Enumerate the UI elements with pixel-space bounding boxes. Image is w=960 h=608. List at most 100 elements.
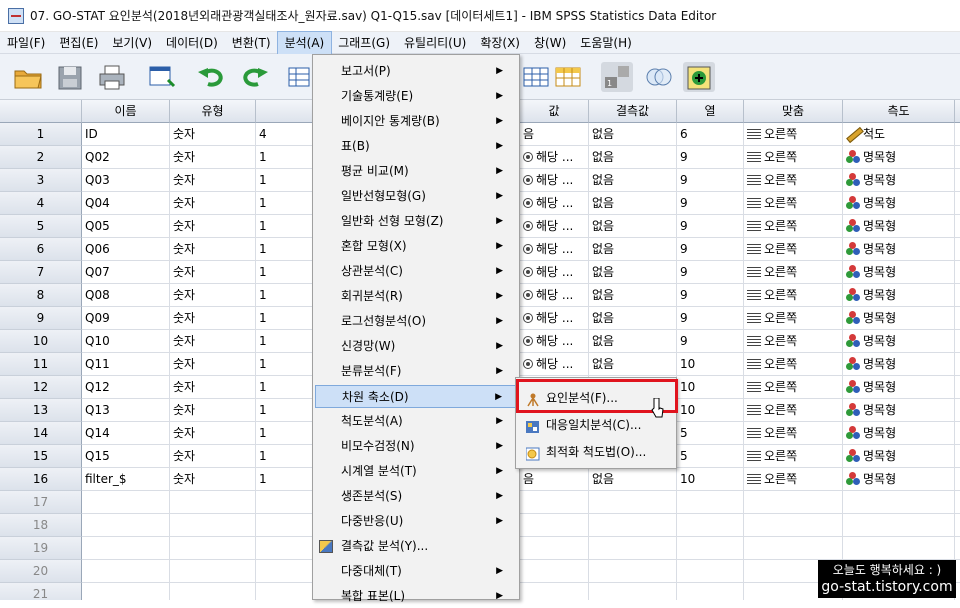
cell-value[interactable]: 해당 ... [520, 307, 589, 330]
row-header[interactable]: 2 [0, 146, 82, 169]
menu-4[interactable]: 데이터(D) [159, 32, 225, 54]
cell-name[interactable]: Q09 [82, 307, 170, 330]
row-header[interactable]: 20 [0, 560, 82, 583]
cell-measure[interactable]: 명목형 [843, 445, 955, 468]
cell-value[interactable] [520, 514, 589, 537]
cell-value[interactable]: 음 [520, 123, 589, 146]
cell-name[interactable] [82, 583, 170, 600]
cell-col[interactable]: 9 [677, 238, 744, 261]
cell-missing[interactable]: 없음 [589, 468, 677, 491]
open-folder-icon[interactable] [12, 62, 44, 92]
cell-value[interactable]: 해당 ... [520, 169, 589, 192]
column-header-5[interactable]: 결측값 [589, 100, 677, 123]
cell-name[interactable]: Q14 [82, 422, 170, 445]
cell-align[interactable]: 오른쪽 [744, 445, 843, 468]
cell-name[interactable]: Q10 [82, 330, 170, 353]
cell-type[interactable] [170, 583, 256, 600]
select-cases-icon[interactable] [553, 62, 585, 92]
cell-align[interactable] [744, 537, 843, 560]
show-all-variables-icon[interactable] [683, 62, 715, 92]
row-header[interactable]: 8 [0, 284, 82, 307]
value-labels-icon[interactable]: 1 [601, 62, 633, 92]
cell-name[interactable]: ID [82, 123, 170, 146]
cell-missing[interactable] [589, 491, 677, 514]
row-header[interactable]: 3 [0, 169, 82, 192]
cell-type[interactable]: 숫자 [170, 422, 256, 445]
analyze-menu-item-18[interactable]: 생존분석(S) ▶ [315, 485, 517, 508]
cell-type[interactable]: 숫자 [170, 445, 256, 468]
redo-icon[interactable] [238, 62, 270, 92]
cell-align[interactable]: 오른쪽 [744, 169, 843, 192]
cell-type[interactable]: 숫자 [170, 307, 256, 330]
cell-missing[interactable] [589, 537, 677, 560]
cell-value[interactable]: 음 [520, 468, 589, 491]
cell-align[interactable]: 오른쪽 [744, 261, 843, 284]
cell-type[interactable]: 숫자 [170, 192, 256, 215]
cell-measure[interactable]: 명목형 [843, 284, 955, 307]
analyze-menu-item-1[interactable]: 보고서(P) ▶ [315, 60, 517, 83]
menu-1[interactable]: 파일(F) [0, 32, 52, 54]
cell-measure[interactable]: 명목형 [843, 376, 955, 399]
cell-measure[interactable]: 명목형 [843, 146, 955, 169]
cell-name[interactable]: Q03 [82, 169, 170, 192]
row-header[interactable]: 5 [0, 215, 82, 238]
cell-measure[interactable]: 명목형 [843, 238, 955, 261]
analyze-menu-item-6[interactable]: 일반선형모형(G) ▶ [315, 185, 517, 208]
cell-missing[interactable] [589, 514, 677, 537]
cell-col[interactable]: 9 [677, 307, 744, 330]
menu-6[interactable]: 분석(A) [276, 30, 333, 55]
cell-type[interactable]: 숫자 [170, 123, 256, 146]
row-header[interactable]: 15 [0, 445, 82, 468]
column-header-8[interactable]: 측도 [843, 100, 955, 123]
cell-type[interactable]: 숫자 [170, 353, 256, 376]
cell-value[interactable]: 해당 ... [520, 215, 589, 238]
row-header[interactable]: 17 [0, 491, 82, 514]
cell-name[interactable]: Q04 [82, 192, 170, 215]
cell-col[interactable]: 9 [677, 192, 744, 215]
cell-col[interactable]: 10 [677, 376, 744, 399]
cell-type[interactable]: 숫자 [170, 399, 256, 422]
print-icon[interactable] [96, 62, 128, 92]
cell-align[interactable]: 오른쪽 [744, 307, 843, 330]
cell-type[interactable]: 숫자 [170, 169, 256, 192]
row-header[interactable]: 10 [0, 330, 82, 353]
analyze-menu-item-10[interactable]: 회귀분석(R) ▶ [315, 285, 517, 308]
cell-name[interactable]: Q15 [82, 445, 170, 468]
column-header-6[interactable]: 열 [677, 100, 744, 123]
cell-measure[interactable]: 명목형 [843, 399, 955, 422]
analyze-menu-item-11[interactable]: 로그선형분석(O) ▶ [315, 310, 517, 333]
cell-align[interactable]: 오른쪽 [744, 192, 843, 215]
cell-measure[interactable]: 명목형 [843, 192, 955, 215]
row-header[interactable]: 7 [0, 261, 82, 284]
cell-measure[interactable] [843, 537, 955, 560]
cell-value[interactable] [520, 491, 589, 514]
cell-align[interactable]: 오른쪽 [744, 238, 843, 261]
cell-missing[interactable]: 없음 [589, 238, 677, 261]
cell-value[interactable]: 해당 ... [520, 261, 589, 284]
cell-measure[interactable]: 명목형 [843, 307, 955, 330]
cell-value[interactable]: 해당 ... [520, 353, 589, 376]
cell-measure[interactable]: 명목형 [843, 353, 955, 376]
cell-align[interactable]: 오른쪽 [744, 123, 843, 146]
cell-col[interactable]: 9 [677, 330, 744, 353]
row-header[interactable]: 14 [0, 422, 82, 445]
cell-type[interactable] [170, 514, 256, 537]
analyze-menu-item-22[interactable]: 복합 표본(L) ▶ [315, 585, 517, 608]
cell-col[interactable]: 9 [677, 215, 744, 238]
cell-col[interactable]: 10 [677, 353, 744, 376]
cell-align[interactable]: 오른쪽 [744, 353, 843, 376]
cell-measure[interactable]: 명목형 [843, 215, 955, 238]
cell-missing[interactable] [589, 583, 677, 600]
cell-align[interactable]: 오른쪽 [744, 330, 843, 353]
menu-10[interactable]: 창(W) [527, 32, 573, 54]
cell-name[interactable]: Q13 [82, 399, 170, 422]
analyze-menu-item-12[interactable]: 신경망(W) ▶ [315, 335, 517, 358]
cell-col[interactable] [677, 560, 744, 583]
cell-col[interactable] [677, 537, 744, 560]
row-header[interactable]: 6 [0, 238, 82, 261]
cell-name[interactable]: Q05 [82, 215, 170, 238]
cell-type[interactable]: 숫자 [170, 146, 256, 169]
cell-type[interactable] [170, 491, 256, 514]
cell-col[interactable]: 6 [677, 123, 744, 146]
cell-missing[interactable]: 없음 [589, 261, 677, 284]
